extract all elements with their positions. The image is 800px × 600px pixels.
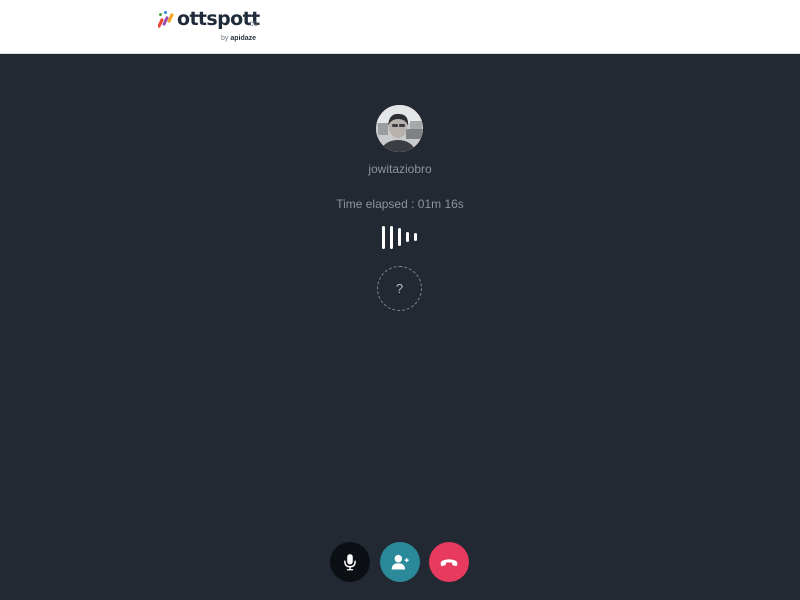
logo-by-prefix: by — [221, 35, 229, 42]
voice-level-bar — [414, 233, 417, 241]
time-elapsed: Time elapsed : 01m 16s — [336, 197, 464, 211]
dialpad-button[interactable]: ? — [377, 266, 422, 311]
app-header: ottspott .co by apidaze — [0, 0, 800, 54]
logo-byline: by apidaze — [221, 35, 256, 42]
add-user-icon — [391, 554, 409, 570]
avatar — [376, 105, 423, 152]
microphone-icon — [344, 554, 356, 571]
add-participant-button[interactable] — [380, 542, 420, 582]
ottspott-logo[interactable]: ottspott .co by apidaze — [158, 8, 268, 48]
phone-hangup-icon — [440, 559, 458, 566]
voice-level-bar — [406, 232, 409, 242]
caller-username: jowitaziobro — [368, 162, 432, 176]
avatar-photo — [376, 105, 423, 152]
ottspott-logo-icon — [158, 11, 174, 28]
voice-level-bar — [398, 228, 401, 246]
hangup-button[interactable] — [429, 542, 469, 582]
voice-level-bar — [382, 226, 385, 249]
mute-button[interactable] — [330, 542, 370, 582]
voice-activity-indicator — [380, 224, 420, 250]
logo-tld: .co — [247, 19, 258, 28]
voice-level-bar — [390, 226, 393, 249]
logo-by-brand: apidaze — [230, 35, 257, 42]
